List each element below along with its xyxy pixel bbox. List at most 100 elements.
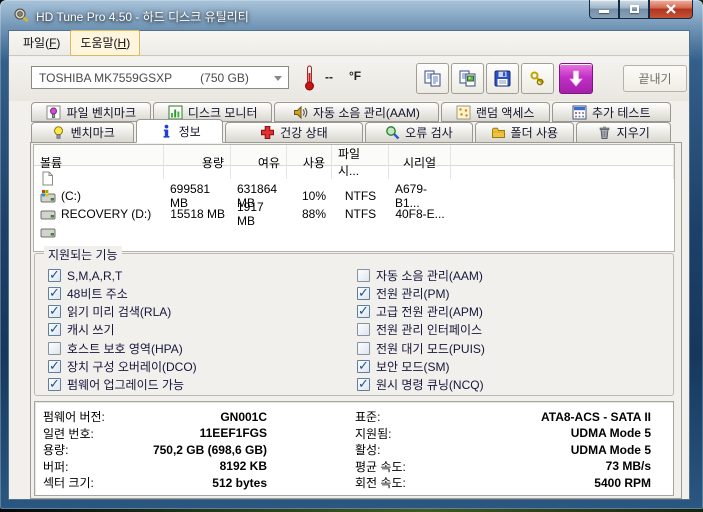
volume-row-c[interactable]: (C:) 699581 MB 631864 MB 10% NTFS A679-B…: [34, 182, 674, 210]
file-icon: [40, 171, 56, 186]
temperature-value: --: [325, 70, 333, 84]
checkbox[interactable]: [48, 341, 61, 355]
tab-auto-acoustic-management[interactable]: 자동 소음 관리(AAM): [273, 102, 439, 122]
feature-rla: 읽기 미리 검색(RLA): [48, 303, 338, 319]
checkbox[interactable]: [48, 376, 61, 392]
supported-features-group: 지원되는 기능 S,M,A,R,T 48비트 주소 읽기 미리 검색(RLA) …: [34, 246, 674, 396]
checkbox[interactable]: [357, 285, 370, 301]
feature-apm: 고급 전원 관리(APM): [357, 303, 657, 319]
tab-health[interactable]: 건강 상태: [224, 122, 363, 143]
detail-supported-mode: 지원됨: UDMA Mode 5: [355, 426, 651, 441]
checkbox[interactable]: [357, 341, 370, 355]
client-area: 파일(F) 도움말(H) TOSHIBA MK7559GSXP (750 GB)…: [8, 30, 690, 500]
feature-pm-interface: 전원 관리 인터페이스: [357, 322, 657, 337]
features-left-column: S,M,A,R,T 48비트 주소 읽기 미리 검색(RLA) 캐시 쓰기 호스…: [48, 267, 338, 392]
close-button[interactable]: [649, 0, 693, 19]
menu-item-help[interactable]: 도움말(H): [70, 30, 141, 56]
volumes-table-header: 볼륨 용량 여유 사용 파일 시... 시리얼: [34, 145, 674, 179]
volume-row-blank[interactable]: [34, 169, 674, 187]
feature-aam: 자동 소음 관리(AAM): [357, 268, 657, 283]
window-controls: [589, 0, 693, 19]
speaker-icon: [293, 105, 308, 120]
tab-file-benchmark[interactable]: 파일 벤치마크: [31, 102, 152, 122]
maximize-button[interactable]: [619, 0, 649, 19]
window-title: HD Tune Pro 4.50 - 하드 디스크 유틸리티: [36, 10, 249, 24]
chevron-down-icon: [274, 76, 282, 81]
checkbox[interactable]: [48, 303, 61, 319]
random-access-icon: [456, 105, 471, 120]
checkbox[interactable]: [357, 323, 370, 337]
feature-hpa: 호스트 보호 영역(HPA): [48, 341, 338, 356]
update-button[interactable]: [559, 63, 593, 94]
title-bar: HD Tune Pro 4.50 - 하드 디스크 유틸리티: [0, 0, 703, 30]
magnifier-icon: [385, 125, 400, 140]
save-button[interactable]: [486, 63, 519, 94]
tab-benchmark[interactable]: 벤치마크: [31, 122, 135, 143]
checkbox[interactable]: [48, 321, 61, 337]
drive-icon: [40, 207, 56, 222]
options-icon: [530, 71, 545, 86]
detail-standard: 표준: ATA8-ACS - SATA II: [355, 409, 651, 425]
exit-button[interactable]: 끝내기: [623, 65, 687, 92]
feature-pm: 전원 관리(PM): [357, 285, 657, 301]
group-title: 지원되는 기능: [44, 246, 122, 263]
feature-48bit: 48비트 주소: [48, 285, 338, 301]
trash-icon: [597, 125, 612, 140]
checkbox[interactable]: [48, 285, 61, 301]
tab-info[interactable]: 정보: [136, 119, 223, 143]
checkbox[interactable]: [357, 303, 370, 319]
checkbox[interactable]: [48, 267, 61, 283]
info-icon: [159, 124, 174, 139]
menu-bar: 파일(F) 도움말(H): [9, 30, 689, 56]
options-button[interactable]: [521, 63, 554, 94]
feature-write-cache: 캐시 쓰기: [48, 321, 338, 337]
info-tab-pane: 볼륨 용량 여유 사용 파일 시... 시리얼 (C:) 699581 MB 6…: [30, 142, 682, 499]
volume-row-d[interactable]: RECOVERY (D:) 15518 MB 1917 MB 88% NTFS …: [34, 200, 674, 228]
detail-capacity: 용량: 750,2 GB (698,6 GB): [43, 442, 267, 458]
feature-puis: 전원 대기 모드(PUIS): [357, 341, 657, 356]
disk-monitor-icon: [168, 105, 183, 120]
detail-active-mode: 활성: UDMA Mode 5: [355, 442, 651, 458]
drive-capacity: (750 GB): [200, 70, 249, 85]
feature-smart: S,M,A,R,T: [48, 267, 338, 283]
detail-buffer: 버퍼: 8192 KB: [43, 459, 267, 474]
detail-serial: 일련 번호: 11EEF1FGS: [43, 426, 267, 441]
copy-text-icon: [424, 70, 440, 87]
drive-model: TOSHIBA MK7559GSXP: [39, 70, 173, 85]
drive-select[interactable]: TOSHIBA MK7559GSXP (750 GB): [31, 66, 289, 89]
detail-average-speed: 평균 속도: 73 MB/s: [355, 459, 651, 474]
tab-erase[interactable]: 지우기: [575, 122, 671, 143]
feature-firmware-upgrade: 펌웨어 업그레이드 가능: [48, 376, 338, 392]
toolbar: TOSHIBA MK7559GSXP (750 GB) -- °F 끝내기: [9, 57, 689, 101]
app-window: HD Tune Pro 4.50 - 하드 디스크 유틸리티 파일(F) 도움말…: [0, 0, 703, 509]
tab-folder-usage[interactable]: 폴더 사용: [475, 122, 574, 143]
minimize-icon: [599, 10, 609, 13]
minimize-button[interactable]: [589, 0, 619, 19]
tab-random-access[interactable]: 랜덤 액세스: [440, 102, 550, 122]
health-cross-icon: [260, 125, 275, 140]
bulb-icon: [51, 125, 66, 140]
details-left-column: 펌웨어 버전: GN001C 일련 번호: 11EEF1FGS 용량: 750,2 G…: [43, 409, 267, 491]
tab-row-top: 파일 벤치마크 디스크 모니터 자동 소음 관리(AAM) 랜덤 액세스 추가 …: [31, 102, 671, 122]
drive-icon: [40, 225, 56, 240]
thermometer-icon: [303, 65, 316, 91]
download-arrow-icon: [569, 70, 583, 87]
close-icon: [666, 4, 676, 14]
checkbox[interactable]: [357, 269, 370, 282]
tab-error-scan[interactable]: 오류 검사: [364, 122, 474, 143]
drive-details-panel: 펌웨어 버전: GN001C 일련 번호: 11EEF1FGS 용량: 750,2 G…: [34, 401, 674, 496]
detail-rotation-speed: 회전 속도: 5400 RPM: [355, 475, 651, 491]
checkbox[interactable]: [357, 376, 370, 392]
copy-text-button[interactable]: [416, 63, 449, 94]
tab-row-bottom: 벤치마크 정보 건강 상태 오류 검사 폴더 사용 지우기: [31, 119, 671, 143]
copy-image-button[interactable]: [451, 63, 484, 94]
temperature-unit: °F: [349, 69, 362, 83]
feature-sm: 보안 모드(SM): [357, 358, 657, 374]
tab-extra-tests[interactable]: 추가 테스트: [551, 102, 671, 122]
volume-row-extra[interactable]: [34, 223, 674, 241]
detail-sector-size: 섹터 크기: 512 bytes: [43, 475, 267, 491]
maximize-icon: [629, 5, 639, 13]
checkbox[interactable]: [48, 358, 61, 374]
menu-item-file[interactable]: 파일(F): [13, 30, 70, 56]
checkbox[interactable]: [357, 358, 370, 374]
